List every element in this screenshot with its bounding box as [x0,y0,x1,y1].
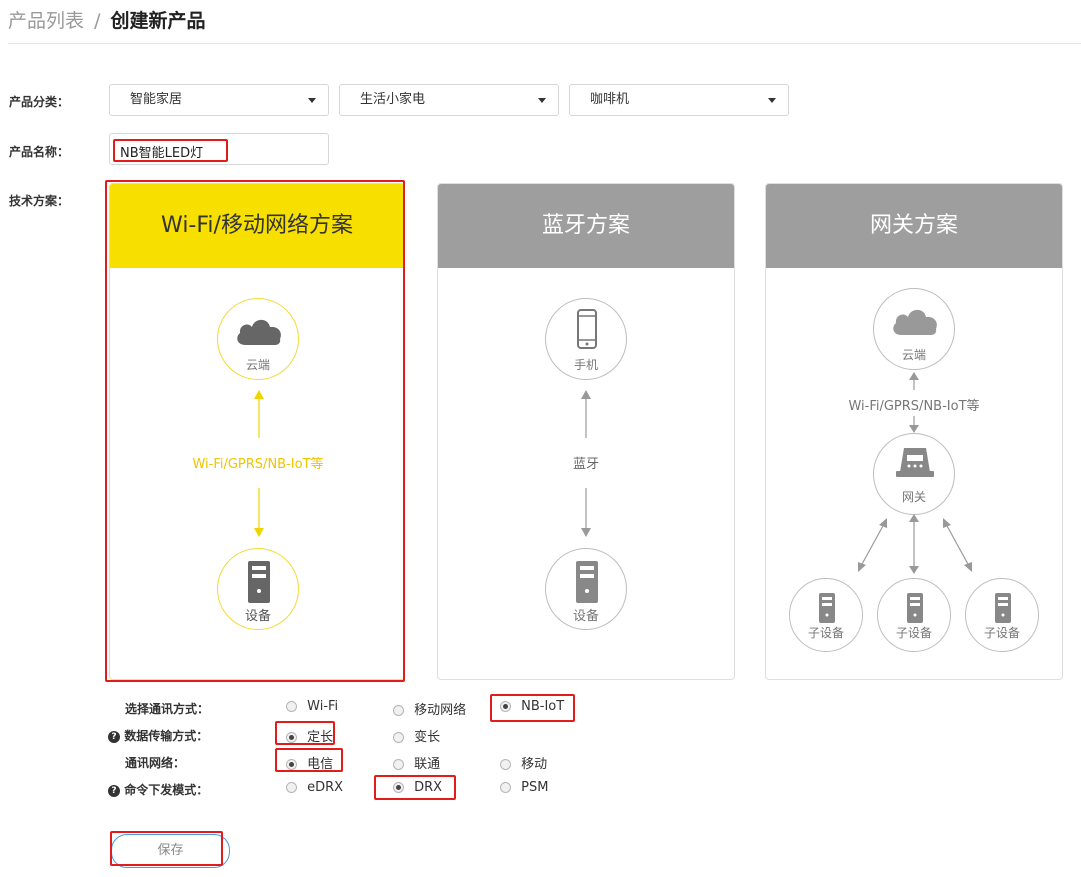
page-title: 创建新产品 [110,10,206,32]
cmd-mode-label: 命令下发模式： [124,783,209,797]
radio-edrx[interactable]: eDRX [286,780,343,795]
breadcrumb: 产品列表 / 创建新产品 [8,6,206,33]
sub-device-label: 子设备 [807,626,844,640]
radio-edrx-circle[interactable] [286,782,297,793]
comm-mode-label: 选择通讯方式： [125,702,210,716]
nb-iot-highlight [490,694,575,722]
radio-mobile-network-circle[interactable] [393,705,404,716]
drx-highlight [374,775,456,800]
gateway-node: 网关 [873,433,955,515]
radio-variable-length[interactable]: 变长 [393,726,440,745]
tech-scheme-label: 技术方案： [9,194,70,208]
product-name-value: NB智能LED灯 [120,146,204,161]
radio-psm-label: PSM [521,780,549,795]
radio-unicom[interactable]: 联通 [393,753,440,772]
header-divider [8,43,1081,44]
chevron-down-icon [768,98,776,103]
radio-psm-circle[interactable] [500,782,511,793]
fixed-length-highlight [275,721,335,745]
radio-wifi-label: Wi-Fi [307,699,339,714]
category-select-2-value: 生活小家电 [360,92,426,107]
gateway-node-label: 网关 [901,490,926,504]
scheme-title-gateway: 网关方案 [766,184,1062,268]
radio-edrx-label: eDRX [307,780,344,795]
save-button-highlight [110,831,223,866]
gateway-icon [896,448,934,477]
phone-node: 手机 [545,298,627,380]
cloud-icon [893,309,937,335]
breadcrumb-parent-link[interactable]: 产品列表 [8,10,84,32]
telecom-highlight [275,748,343,772]
device-icon [995,593,1011,623]
radio-psm[interactable]: PSM [500,780,548,795]
help-icon[interactable]: ? [108,730,120,743]
sub-device-label: 子设备 [895,626,932,640]
cloud-node: 云端 [873,288,955,370]
gateway-links [858,514,972,574]
radio-mobile-label: 移动 [521,757,548,772]
device-icon [907,593,923,623]
sub-device-node: 子设备 [789,578,863,652]
radio-wifi-circle[interactable] [286,701,297,712]
phone-node-label: 手机 [573,358,598,372]
category-select-3-value: 咖啡机 [590,92,630,107]
chevron-down-icon [308,98,316,103]
radio-wifi[interactable]: Wi-Fi [286,699,338,714]
category-select-1-value: 智能家居 [130,92,183,107]
cmd-mode-label-row: ? 命令下发模式： [108,781,208,798]
sub-device-label: 子设备 [983,626,1020,640]
radio-mobile-circle[interactable] [500,759,511,770]
sub-device-node: 子设备 [877,578,951,652]
phone-icon [577,309,597,349]
device-icon [819,593,835,623]
category-select-3[interactable]: 咖啡机 [569,84,789,116]
bluetooth-link-label: 蓝牙 [572,457,599,472]
device-node: 设备 [545,548,627,630]
category-select-1[interactable]: 智能家居 [109,84,329,116]
radio-unicom-label: 联通 [414,757,441,772]
chevron-down-icon [538,98,546,103]
radio-mobile-network[interactable]: 移动网络 [393,699,466,718]
cloud-node-label: 云端 [901,348,926,362]
radio-variable-length-label: 变长 [414,730,441,745]
scheme-title-bluetooth: 蓝牙方案 [438,184,734,268]
data-mode-label: 数据传输方式： [124,729,209,743]
radio-mobile-network-label: 移动网络 [414,703,467,718]
category-select-2[interactable]: 生活小家电 [339,84,559,116]
selected-scheme-highlight [105,180,405,682]
sub-device-node: 子设备 [965,578,1039,652]
radio-mobile[interactable]: 移动 [500,753,547,772]
category-label: 产品分类： [9,95,70,109]
network-label: 通讯网络： [125,756,186,770]
radio-variable-length-circle[interactable] [393,732,404,743]
help-icon[interactable]: ? [108,784,120,797]
product-name-label: 产品名称： [9,145,70,159]
breadcrumb-separator: / [94,10,101,32]
device-node-label: 设备 [572,609,599,624]
gateway-link-label: Wi-Fi/GPRS/NB-IoT等 [848,399,980,414]
data-mode-label-row: ? 数据传输方式： [108,727,208,744]
radio-unicom-circle[interactable] [393,759,404,770]
device-icon [576,561,598,603]
